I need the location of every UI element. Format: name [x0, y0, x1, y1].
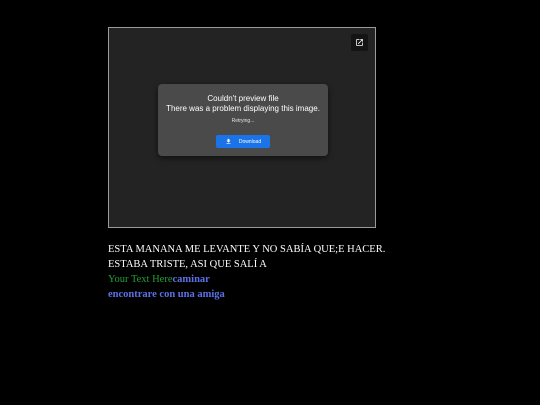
highlighted-word: caminar [172, 274, 210, 285]
download-button[interactable]: Download [216, 135, 270, 148]
file-preview-frame: Couldn't preview file There was a proble… [108, 27, 376, 228]
story-text: ESTA MANANA ME LEVANTE Y NO SABÍA QUE;E … [108, 242, 385, 302]
dialog-message: There was a problem displaying this imag… [166, 104, 320, 113]
text-line-1: ESTA MANANA ME LEVANTE Y NO SABÍA QUE;E … [108, 244, 386, 255]
placeholder-text[interactable]: Your Text Here [108, 274, 173, 285]
open-in-new-window-button[interactable] [351, 34, 368, 51]
download-label: Download [238, 138, 262, 145]
open-in-new-icon [356, 39, 363, 46]
preview-error-dialog: Couldn't preview file There was a proble… [158, 84, 328, 156]
dialog-title: Couldn't preview file [207, 94, 279, 103]
text-line-4: encontrare con una amiga [108, 289, 225, 300]
retry-status: Retrying... [231, 118, 255, 124]
download-icon [226, 138, 231, 144]
text-line-3: Your Text Herecaminar [108, 272, 385, 287]
text-line-2: ESTABA TRISTE, ASI QUE SALÍ A [108, 259, 267, 270]
